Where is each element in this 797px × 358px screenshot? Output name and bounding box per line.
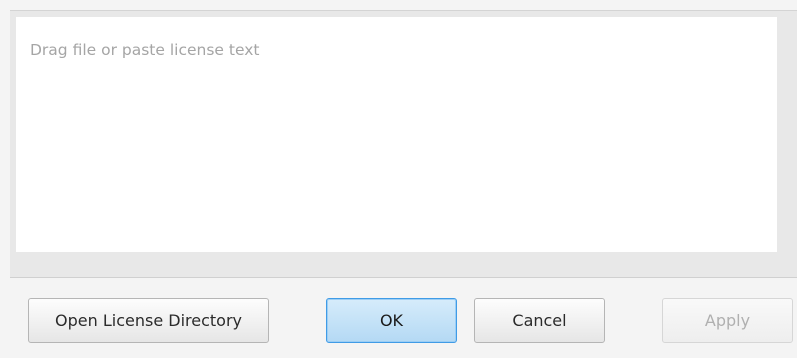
apply-button[interactable]: Apply bbox=[662, 298, 793, 343]
cancel-button[interactable]: Cancel bbox=[474, 298, 605, 343]
ok-button[interactable]: OK bbox=[326, 298, 457, 343]
open-license-directory-button[interactable]: Open License Directory bbox=[28, 298, 269, 343]
button-bar-divider bbox=[10, 277, 797, 278]
license-text-area[interactable] bbox=[16, 17, 777, 252]
